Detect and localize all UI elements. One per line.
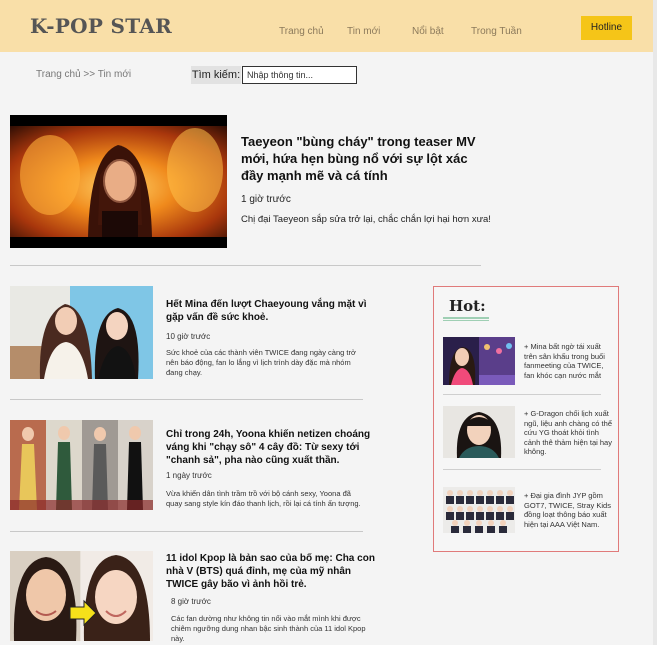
hot-thumbnail[interactable]	[443, 337, 515, 385]
article-thumbnail[interactable]	[10, 420, 153, 510]
article-time: 1 ngày trước	[166, 471, 212, 480]
divider	[10, 265, 481, 266]
article-title[interactable]: Hết Mina đến lượt Chaeyoung vắng mặt vì …	[166, 298, 378, 324]
article-title[interactable]: Chỉ trong 24h, Yoona khiến netizen choán…	[166, 428, 378, 467]
hot-item-text[interactable]: + Đại gia đình JYP gồm GOT7, TWICE, Stra…	[524, 491, 614, 529]
hot-item-text[interactable]: + Mina bất ngờ tái xuất trên sân khấu tr…	[524, 342, 614, 380]
hot-item-text[interactable]: + G-Dragon chối lịch xuất ngũ, liệu anh …	[524, 409, 614, 457]
hot-thumbnail[interactable]	[443, 487, 515, 533]
nav-home[interactable]: Trang chủ	[279, 26, 324, 37]
article-thumbnail[interactable]	[10, 551, 153, 641]
search-label: Tìm kiếm:	[191, 66, 241, 84]
divider	[10, 399, 363, 400]
hot-separator	[443, 469, 601, 470]
nav-featured[interactable]: Nổi bật	[412, 26, 444, 37]
nav-week[interactable]: Trong Tuần	[471, 26, 522, 37]
site-logo[interactable]: K-POP STAR	[30, 14, 172, 38]
hot-thumbnail[interactable]	[443, 406, 515, 458]
article-description: Sức khoẻ của các thành viên TWICE đang n…	[166, 348, 356, 377]
divider	[10, 531, 363, 532]
scrollbar-track[interactable]	[653, 0, 657, 645]
article-time: 10 giờ trước	[166, 332, 211, 341]
hot-title-underline	[443, 320, 489, 321]
featured-time: 1 giờ trước	[241, 194, 291, 205]
hot-title-underline	[443, 317, 489, 319]
hot-title: Hot:	[449, 297, 486, 315]
article-thumbnail[interactable]	[10, 286, 153, 379]
search-input[interactable]	[242, 66, 357, 84]
hotline-button[interactable]: Hotline	[581, 16, 632, 40]
featured-thumbnail[interactable]	[10, 115, 227, 248]
article-title[interactable]: 11 idol Kpop là bản sao của bố mẹ: Cha c…	[166, 552, 378, 591]
nav-new[interactable]: Tin mới	[347, 26, 380, 37]
featured-description: Chị đại Taeyeon sắp sửa trở lại, chắc ch…	[241, 214, 491, 225]
article-time: 8 giờ trước	[171, 597, 211, 606]
breadcrumb[interactable]: Trang chủ >> Tin mới	[36, 69, 131, 80]
hot-separator	[443, 394, 601, 395]
article-description: Các fan dường như không tin nổi vào mắt …	[171, 614, 366, 643]
featured-title[interactable]: Taeyeon "bùng cháy" trong teaser MV mới,…	[241, 133, 481, 184]
article-description: Vừa khiến dân tình trầm trồ với bộ cánh …	[166, 489, 361, 508]
